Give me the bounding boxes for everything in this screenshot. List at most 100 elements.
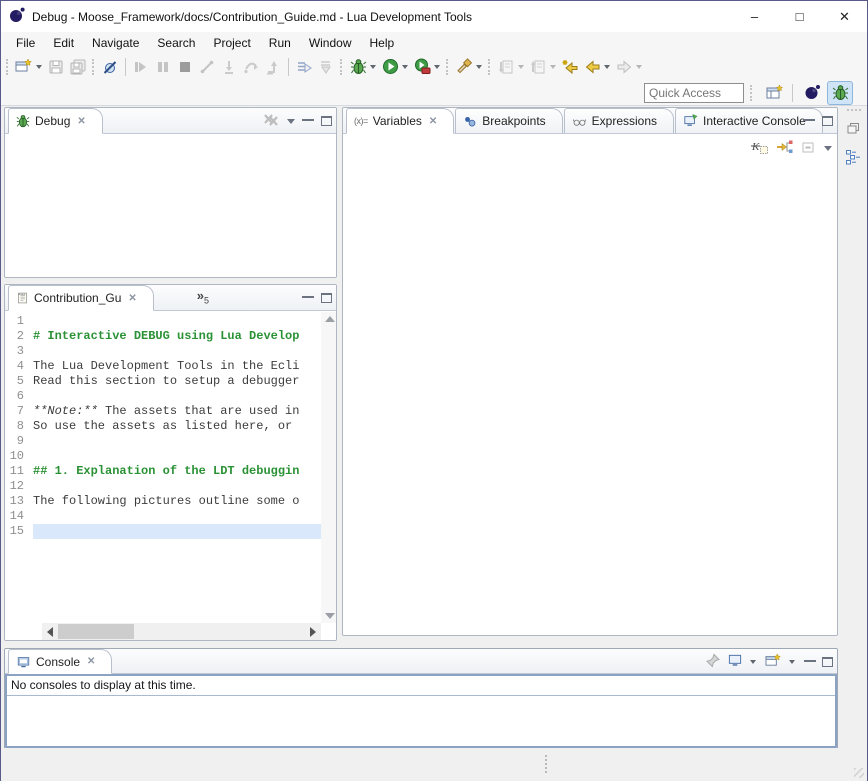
editor-minimize-icon[interactable]	[302, 295, 314, 298]
editor-content[interactable]: 1 2# Interactive DEBUG using Lua Develop…	[5, 312, 336, 640]
quick-access-input[interactable]	[644, 83, 744, 103]
disconnect-button[interactable]	[196, 56, 218, 78]
back-button[interactable]	[581, 56, 603, 78]
status-drag-handle[interactable]	[545, 755, 547, 773]
new-wizard-dropdown[interactable]	[36, 65, 42, 69]
console-minimize-icon[interactable]	[804, 659, 816, 662]
menu-search[interactable]: Search	[148, 34, 204, 52]
save-all-button[interactable]	[67, 56, 89, 78]
variables-view-menu-icon[interactable]	[824, 146, 832, 151]
scroll-right-icon[interactable]	[310, 627, 316, 637]
menu-window[interactable]: Window	[300, 34, 361, 52]
tab-variables-label: Variables	[373, 114, 422, 128]
use-step-filters-button[interactable]	[293, 56, 315, 78]
trim-drag-handle[interactable]	[847, 109, 861, 111]
debug-button[interactable]	[347, 56, 369, 78]
skip-all-breakpoints-button[interactable]	[99, 56, 121, 78]
window-minimize-button[interactable]: –	[732, 1, 777, 32]
editor-vertical-scrollbar[interactable]	[321, 312, 336, 623]
step-return-button[interactable]	[262, 56, 284, 78]
restore-view-icon[interactable]	[846, 121, 862, 139]
toolbar-grip[interactable]	[6, 59, 10, 75]
next-annotation-button[interactable]	[495, 56, 517, 78]
outline-view-icon[interactable]	[845, 149, 862, 168]
tab-debug-close-icon[interactable]: ✕	[77, 116, 85, 127]
forward-button[interactable]	[613, 56, 635, 78]
tab-contribution-guide-close-icon[interactable]: ✕	[128, 293, 136, 304]
scroll-left-icon[interactable]	[47, 627, 53, 637]
run-button[interactable]	[379, 56, 401, 78]
toolbar-grip[interactable]	[92, 59, 96, 75]
toolbar-grip[interactable]	[750, 85, 754, 101]
terminate-button[interactable]	[174, 56, 196, 78]
menu-project[interactable]: Project	[204, 34, 259, 52]
window-close-button[interactable]: ✕	[822, 1, 867, 32]
tab-variables-close-icon[interactable]: ✕	[429, 116, 437, 127]
save-button[interactable]	[45, 56, 67, 78]
window-resize-grip[interactable]	[854, 768, 864, 778]
step-into-button[interactable]	[218, 56, 240, 78]
previous-annotation-dropdown[interactable]	[550, 65, 556, 69]
pin-console-icon[interactable]	[705, 653, 721, 671]
external-tools-dropdown[interactable]	[434, 65, 440, 69]
variables-panel: (x)= Variables ✕ Breakpoints Expressions…	[342, 107, 838, 636]
variables-minimize-icon[interactable]	[803, 118, 815, 121]
toolbar-grip[interactable]	[340, 59, 344, 75]
tab-contribution-guide[interactable]: Contribution_Gu ✕	[8, 285, 154, 311]
debug-view-menu-icon[interactable]	[287, 119, 295, 124]
editor-tab-overflow[interactable]: »5	[197, 288, 209, 306]
tab-breakpoints[interactable]: Breakpoints	[455, 108, 562, 133]
step-over-button[interactable]	[240, 56, 262, 78]
editor-lines[interactable]: 1 2# Interactive DEBUG using Lua Develop…	[5, 314, 321, 539]
next-annotation-dropdown[interactable]	[518, 65, 524, 69]
tab-console-close-icon[interactable]: ✕	[87, 656, 95, 667]
menu-run[interactable]: Run	[260, 34, 300, 52]
toolbar-grip[interactable]	[488, 59, 492, 75]
show-type-names-icon[interactable]: K	[751, 139, 768, 157]
display-selected-console-icon[interactable]	[727, 653, 743, 671]
window-maximize-button[interactable]: □	[777, 1, 822, 32]
collapse-all-icon[interactable]	[801, 140, 816, 157]
editor-maximize-icon[interactable]	[321, 293, 332, 303]
editor-horizontal-scrollbar[interactable]	[42, 623, 321, 640]
debug-view-maximize-icon[interactable]	[321, 116, 332, 126]
search-button[interactable]	[453, 56, 475, 78]
display-console-dropdown[interactable]	[750, 660, 756, 664]
external-tools-button[interactable]	[411, 56, 433, 78]
open-console-dropdown[interactable]	[789, 660, 795, 664]
previous-annotation-button[interactable]	[527, 56, 549, 78]
console-maximize-icon[interactable]	[822, 657, 833, 667]
drop-to-frame-button[interactable]	[315, 56, 337, 78]
new-wizard-button[interactable]	[13, 56, 35, 78]
menu-file[interactable]: File	[7, 34, 44, 52]
debug-view-minimize-icon[interactable]	[302, 118, 314, 121]
menu-edit[interactable]: Edit	[44, 34, 83, 52]
tab-debug[interactable]: Debug ✕	[8, 108, 103, 134]
open-console-icon[interactable]	[765, 653, 782, 671]
show-logical-structures-icon[interactable]	[776, 139, 793, 157]
tab-expressions[interactable]: Expressions	[564, 108, 674, 133]
search-dropdown[interactable]	[476, 65, 482, 69]
toolbar-grip[interactable]	[446, 59, 450, 75]
variables-maximize-icon[interactable]	[822, 116, 833, 126]
menu-help[interactable]: Help	[361, 34, 404, 52]
resume-button[interactable]	[130, 56, 152, 78]
run-dropdown[interactable]	[402, 65, 408, 69]
forward-dropdown[interactable]	[636, 65, 642, 69]
menu-navigate[interactable]: Navigate	[83, 34, 148, 52]
last-edit-location-button[interactable]	[559, 56, 581, 78]
open-perspective-button[interactable]	[762, 81, 788, 105]
suspend-button[interactable]	[152, 56, 174, 78]
debug-perspective-button[interactable]	[827, 81, 853, 105]
remove-terminated-launches-icon[interactable]	[262, 113, 280, 130]
back-dropdown[interactable]	[604, 65, 610, 69]
debug-dropdown[interactable]	[370, 65, 376, 69]
lua-perspective-button[interactable]	[799, 81, 825, 105]
tab-debug-label: Debug	[35, 114, 70, 128]
scroll-up-icon[interactable]	[325, 316, 335, 322]
tab-interactive-console[interactable]: Interactive Console	[675, 108, 823, 133]
tab-variables[interactable]: (x)= Variables ✕	[346, 108, 454, 134]
tab-console[interactable]: Console ✕	[8, 649, 112, 674]
scrollbar-thumb[interactable]	[58, 624, 134, 639]
scroll-down-icon[interactable]	[325, 613, 335, 619]
